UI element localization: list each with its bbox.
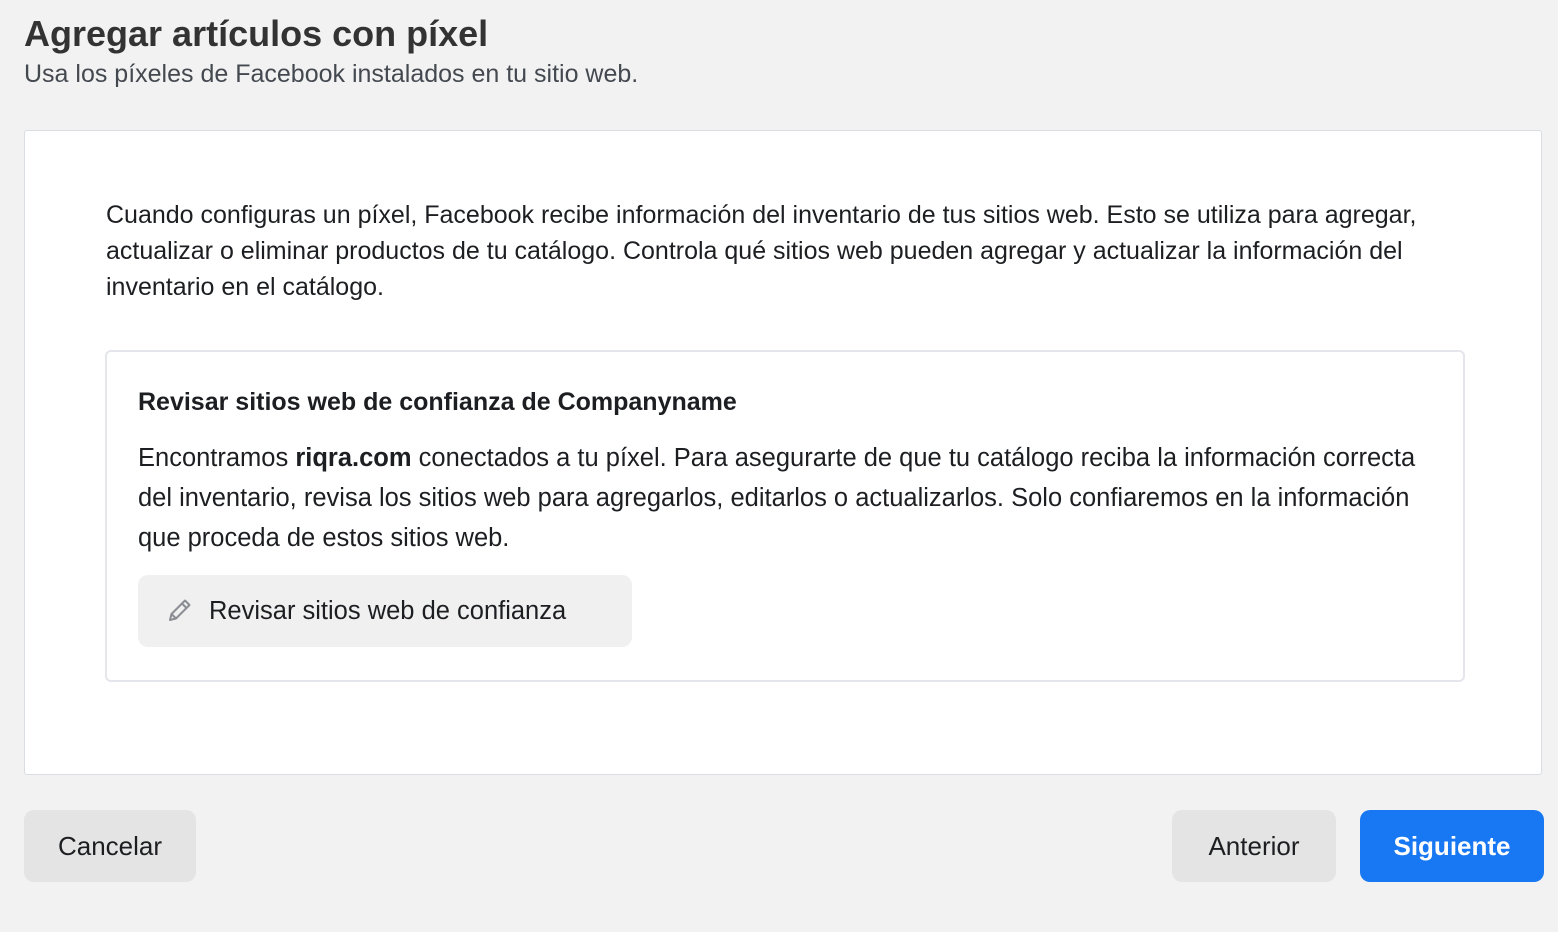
pencil-icon	[162, 594, 196, 628]
trusted-websites-panel: Revisar sitios web de confianza de Compa…	[105, 350, 1465, 682]
intro-text: Cuando configuras un píxel, Facebook rec…	[106, 201, 1417, 301]
content-card: Cuando configuras un píxel, Facebook rec…	[24, 130, 1542, 775]
review-trusted-websites-button[interactable]: Revisar sitios web de confianza	[138, 575, 632, 647]
description-text-before: Encontramos	[138, 444, 296, 472]
connected-domain: riqra.com	[295, 444, 412, 472]
previous-button[interactable]: Anterior	[1172, 810, 1336, 882]
page-subtitle: Usa los píxeles de Facebook instalados e…	[24, 60, 639, 88]
review-button-label: Revisar sitios web de confianza	[209, 596, 567, 625]
trusted-websites-title: Revisar sitios web de confianza de Compa…	[138, 388, 737, 416]
next-button[interactable]: Siguiente	[1360, 810, 1544, 882]
trusted-websites-description: Encontramos riqra.com conectados a tu pí…	[138, 438, 1438, 558]
page-header: Agregar artículos con píxel Usa los píxe…	[24, 12, 638, 90]
cancel-button[interactable]: Cancelar	[24, 810, 196, 882]
page-title: Agregar artículos con píxel	[24, 13, 489, 54]
